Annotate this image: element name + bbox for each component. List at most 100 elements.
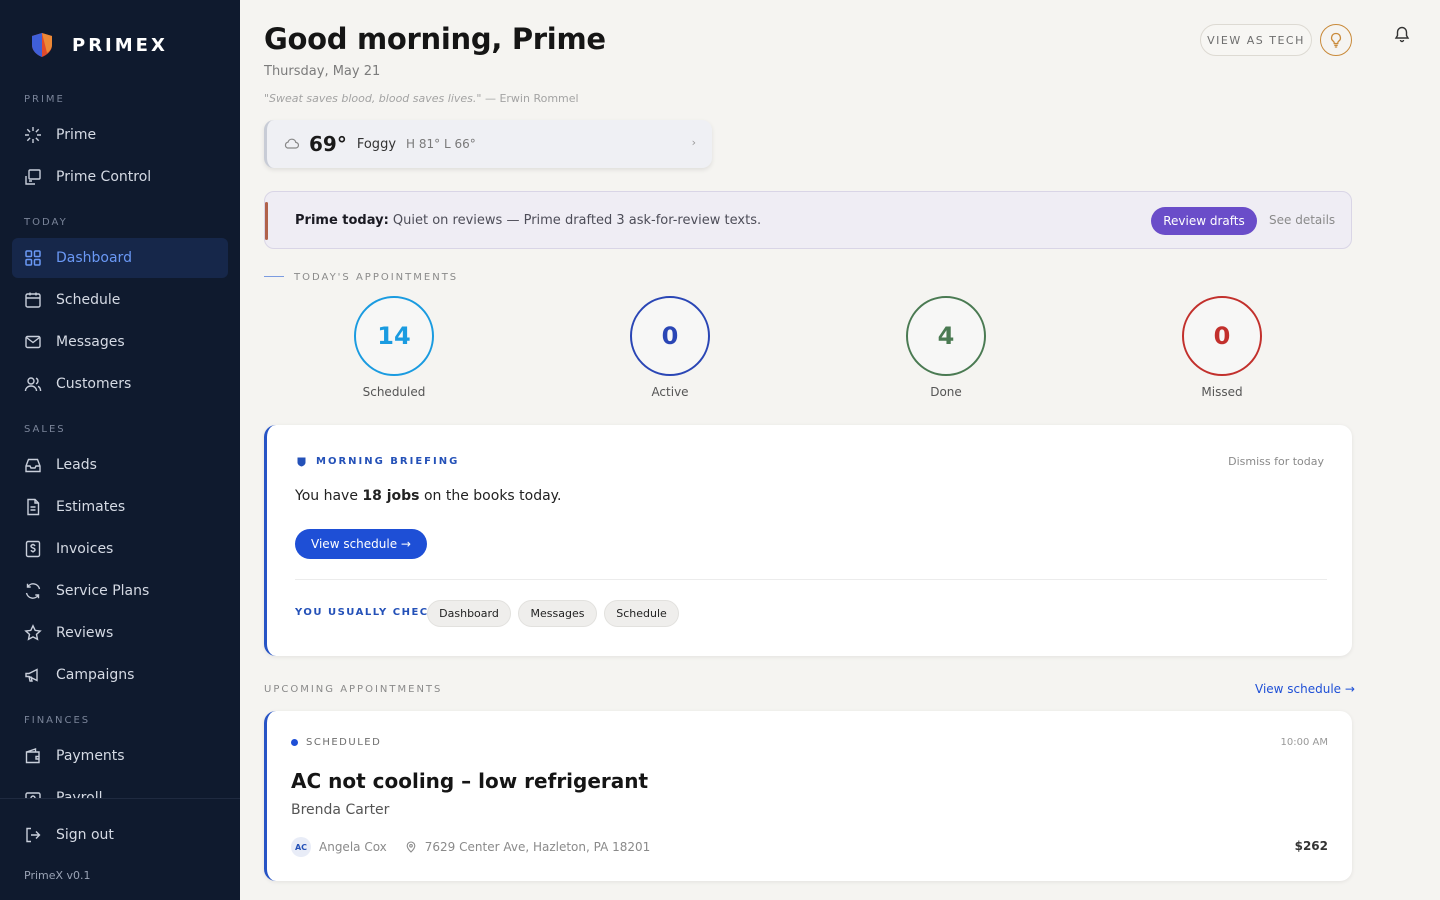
stat-scheduled[interactable]: 14 Scheduled — [334, 296, 454, 399]
mail-icon — [25, 335, 41, 349]
logout-icon — [26, 827, 41, 843]
chevron-right-icon: › — [691, 136, 696, 149]
section-label-finances: FINANCES — [24, 715, 91, 726]
payroll-icon — [25, 792, 41, 798]
sidebar-item-invoices[interactable]: Invoices — [12, 529, 228, 569]
briefing-message: You have 18 jobs on the books today. — [295, 488, 561, 504]
quote-author: — Erwin Rommel — [481, 92, 579, 105]
view-schedule-link[interactable]: View schedule → — [1255, 682, 1355, 696]
document-icon — [27, 498, 40, 516]
sidebar-item-label: Dashboard — [56, 250, 132, 266]
sidebar-nav[interactable]: PRIME Prime Prime Control TODAY Dashboar… — [0, 80, 240, 798]
sidebar-item-reviews[interactable]: Reviews — [12, 613, 228, 653]
avatar: AC — [291, 837, 311, 857]
prime-today-text: Prime today: Quiet on reviews — Prime dr… — [295, 213, 761, 228]
sidebar-item-messages[interactable]: Messages — [12, 322, 228, 362]
brand-name: PRIMEX — [72, 34, 168, 56]
prime-today-message: Quiet on reviews — Prime drafted 3 ask-f… — [388, 212, 762, 228]
current-date: Thursday, May 21 — [264, 64, 381, 79]
stat-missed[interactable]: 0 Missed — [1162, 296, 1282, 399]
cloud-icon — [284, 138, 299, 149]
sidebar-item-label: Estimates — [56, 499, 126, 515]
sidebar-item-customers[interactable]: Customers — [12, 364, 228, 404]
bell-icon[interactable] — [1393, 25, 1411, 43]
stat-done[interactable]: 4 Done — [886, 296, 1006, 399]
sidebar-item-label: Prime — [56, 127, 97, 143]
sign-out-button[interactable]: Sign out — [12, 815, 228, 855]
ideas-button[interactable] — [1320, 24, 1352, 56]
users-icon — [24, 377, 42, 392]
briefing-label: MORNING BRIEFING — [316, 456, 460, 467]
sidebar-item-label: Invoices — [56, 541, 114, 557]
appointment-address: 7629 Center Ave, Hazleton, PA 18201 — [424, 840, 651, 854]
calendar-icon — [25, 292, 41, 308]
status-text: SCHEDULED — [306, 737, 382, 748]
sidebar-item-service-plans[interactable]: Service Plans — [12, 571, 228, 611]
technician-name: Angela Cox — [319, 840, 387, 854]
sidebar-item-schedule[interactable]: Schedule — [12, 280, 228, 320]
weather-condition: Foggy — [356, 136, 397, 152]
dismiss-button[interactable]: Dismiss for today — [1228, 455, 1324, 468]
sidebar-item-label: Payments — [56, 748, 125, 764]
sidebar-item-prime[interactable]: Prime — [12, 115, 228, 155]
lightbulb-icon — [1330, 32, 1342, 48]
sidebar-item-label: Messages — [56, 334, 125, 350]
briefing-job-count: 18 jobs — [362, 488, 420, 504]
sidebar-item-prime-control[interactable]: Prime Control — [12, 157, 228, 197]
megaphone-icon — [25, 668, 38, 682]
stat-label: Missed — [1201, 385, 1243, 399]
sidebar-item-dashboard[interactable]: Dashboard — [12, 238, 228, 278]
shield-icon — [297, 457, 306, 466]
stat-label: Active — [651, 385, 689, 399]
sidebar-item-label: Customers — [56, 376, 132, 392]
view-schedule-button[interactable]: View schedule → — [295, 529, 427, 559]
weather-temperature: 69° — [309, 132, 347, 156]
sidebar-item-label: Prime Control — [56, 169, 152, 185]
stat-active[interactable]: 0 Active — [610, 296, 730, 399]
status-dot — [291, 739, 298, 746]
usually-check-label: YOU USUALLY CHECK — [295, 607, 438, 618]
main-content: Good morning, Prime Thursday, May 21 "Sw… — [240, 0, 1440, 900]
appointment-time: 10:00 AM — [1280, 737, 1328, 748]
weather-widget[interactable]: 69° Foggy H 81° L 66° › — [264, 120, 712, 168]
sidebar-item-label: Campaigns — [56, 667, 135, 683]
morning-briefing-card: MORNING BRIEFING Dismiss for today You h… — [264, 425, 1352, 656]
control-icon — [25, 169, 41, 185]
stat-label: Scheduled — [362, 385, 426, 399]
appointment-card[interactable]: SCHEDULED 10:00 AM AC not cooling – low … — [264, 711, 1352, 881]
view-as-tech-button[interactable]: VIEW AS TECH — [1200, 24, 1312, 56]
sidebar: PRIMEX PRIME Prime Prime Control TODAY D… — [0, 0, 240, 900]
customer-name: Brenda Carter — [291, 802, 390, 818]
sidebar-item-payments[interactable]: Payments — [12, 736, 228, 776]
sidebar-item-payroll[interactable]: Payroll — [12, 778, 228, 798]
sidebar-item-leads[interactable]: Leads — [12, 445, 228, 485]
quote-text: "Sweat saves blood, blood saves lives." — [264, 92, 482, 105]
chip-dashboard[interactable]: Dashboard — [427, 600, 511, 627]
stat-ring: 0 — [1182, 296, 1262, 376]
chip-schedule[interactable]: Schedule — [604, 600, 679, 627]
sidebar-divider — [0, 798, 240, 799]
location-pin-icon — [406, 841, 416, 853]
inbox-icon — [25, 458, 41, 473]
sidebar-item-estimates[interactable]: Estimates — [12, 487, 228, 527]
briefing-header: MORNING BRIEFING — [297, 456, 459, 467]
stat-ring: 14 — [354, 296, 434, 376]
dollar-icon — [25, 540, 41, 558]
see-details-link[interactable]: See details — [1269, 213, 1335, 227]
page-title: Good morning, Prime — [264, 22, 606, 56]
star-icon — [24, 624, 42, 641]
review-drafts-button[interactable]: Review drafts — [1151, 207, 1257, 235]
daily-quote: "Sweat saves blood, blood saves lives." … — [264, 92, 579, 105]
briefing-msg-pre: You have — [295, 488, 363, 504]
sidebar-item-campaigns[interactable]: Campaigns — [12, 655, 228, 695]
appointment-meta: AC Angela Cox 7629 Center Ave, Hazleton,… — [291, 837, 650, 857]
brand[interactable]: PRIMEX — [30, 32, 168, 58]
upcoming-appointments-label: UPCOMING APPOINTMENTS — [264, 684, 443, 695]
prime-today-banner: Prime today: Quiet on reviews — Prime dr… — [264, 191, 1352, 249]
stat-ring: 0 — [630, 296, 710, 376]
stat-label: Done — [930, 385, 962, 399]
appointment-price: $262 — [1294, 839, 1328, 853]
chip-messages[interactable]: Messages — [518, 600, 597, 627]
grid-icon — [25, 250, 41, 266]
prime-today-label: Prime today: — [295, 212, 389, 228]
